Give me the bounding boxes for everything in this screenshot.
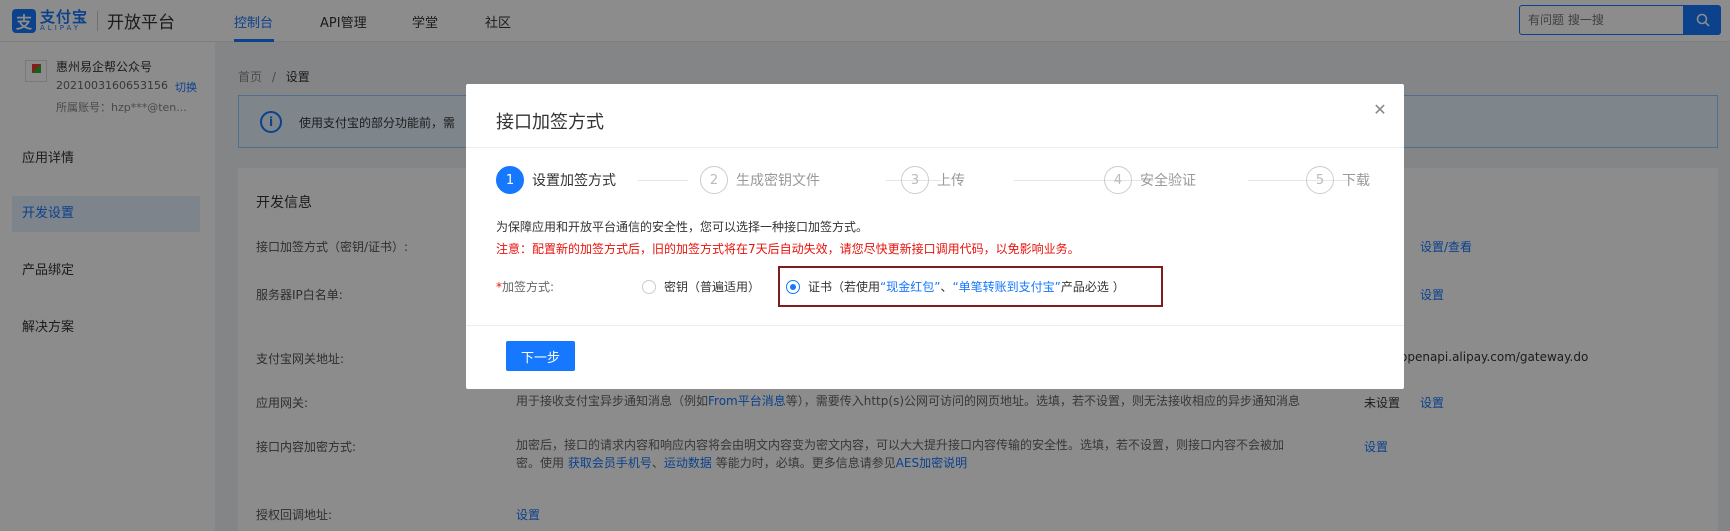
step-1: 1 设置加签方式 (496, 166, 616, 194)
radio-key[interactable] (642, 279, 656, 294)
modal-title: 接口加签方式 (496, 112, 604, 133)
step-2: 2 生成密钥文件 (700, 166, 820, 194)
sign-method-modal: 接口加签方式 ✕ 1 设置加签方式 2 生成密钥文件 3 上传 4 安全验证 5… (466, 84, 1404, 389)
cash-redpack-link[interactable]: “现金红包” (880, 280, 940, 294)
step-number: 2 (700, 166, 728, 194)
radio-cert[interactable] (786, 279, 800, 294)
radio-option-key[interactable]: 密钥（普遍适用） (642, 278, 760, 295)
radio-key-label: 密钥（普遍适用） (664, 280, 761, 294)
step-number: 4 (1104, 166, 1132, 194)
step-label: 设置加签方式 (532, 173, 616, 189)
step-label: 生成密钥文件 (736, 173, 820, 189)
sign-method-field-label: *加签方式: (496, 280, 555, 294)
step-label: 上传 (937, 173, 965, 189)
radio-option-cert[interactable]: 证书（若使用“现金红包”、“单笔转账到支付宝”产品必选 ） (786, 278, 1125, 295)
modal-footer-divider (466, 325, 1404, 326)
modal-header-divider (466, 147, 1404, 148)
step-number: 3 (901, 166, 929, 194)
step-connector (638, 180, 688, 181)
step-number: 1 (496, 166, 524, 194)
step-3: 3 上传 (901, 166, 965, 194)
modal-description: 为保障应用和开放平台通信的安全性，您可以选择一种接口加签方式。 (496, 220, 869, 234)
close-icon[interactable]: ✕ (1372, 102, 1388, 118)
step-number: 5 (1306, 166, 1334, 194)
next-step-button[interactable]: 下一步 (506, 341, 575, 371)
step-label: 下载 (1342, 173, 1370, 189)
radio-cert-label: 证书（若使用“现金红包”、“单笔转账到支付宝”产品必选 ） (808, 280, 1125, 294)
modal-warning: 注意：配置新的加签方式后，旧的加签方式将在7天后自动失效，请您尽快更新接口调用代… (496, 242, 1080, 256)
step-4: 4 安全验证 (1104, 166, 1196, 194)
single-transfer-link[interactable]: “单笔转账到支付宝” (952, 280, 1060, 294)
step-label: 安全验证 (1140, 173, 1196, 189)
step-5: 5 下载 (1306, 166, 1370, 194)
